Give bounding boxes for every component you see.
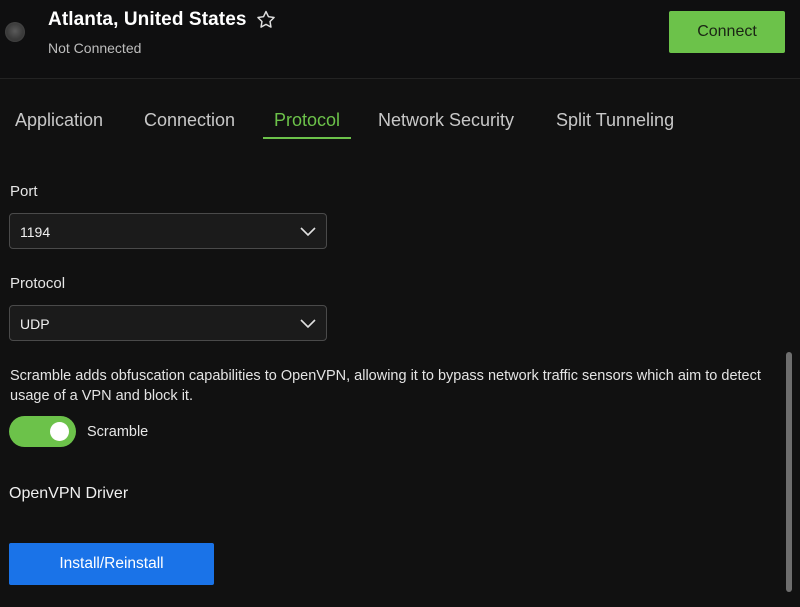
toggle-knob: [50, 422, 69, 441]
scramble-description: Scramble adds obfuscation capabilities t…: [10, 368, 761, 404]
location-title: Atlanta, United States: [48, 9, 247, 30]
protocol-label: Protocol: [10, 275, 66, 292]
tab-application[interactable]: Application: [15, 110, 103, 139]
openvpn-driver-heading: OpenVPN Driver: [9, 485, 129, 502]
tab-label: Application: [15, 110, 104, 130]
connection-header: Atlanta, United States Not Connected Con…: [0, 0, 800, 79]
tab-network-security[interactable]: Network Security: [378, 110, 514, 139]
protocol-select[interactable]: UDP: [9, 305, 327, 341]
settings-tabs: Application Connection Protocol Network …: [0, 110, 800, 144]
install-reinstall-button[interactable]: Install/Reinstall: [9, 543, 214, 585]
chevron-down-icon: [300, 227, 316, 237]
tab-protocol[interactable]: Protocol: [263, 110, 352, 139]
tab-connection[interactable]: Connection: [144, 110, 235, 139]
port-label: Port: [10, 183, 38, 200]
port-select[interactable]: 1194: [9, 213, 327, 249]
status-dot-icon: [5, 22, 25, 42]
tab-label: Connection: [144, 110, 236, 130]
connection-status: Not Connected: [48, 40, 142, 56]
star-outline-icon[interactable]: [255, 9, 277, 31]
active-tab-indicator: [263, 137, 352, 139]
connect-button[interactable]: Connect: [669, 11, 785, 53]
scrollbar-thumb[interactable]: [786, 352, 792, 592]
tab-label: Split Tunneling: [556, 110, 675, 130]
scramble-toggle[interactable]: [9, 416, 76, 447]
scramble-toggle-label: Scramble: [87, 424, 149, 440]
tab-split-tunneling[interactable]: Split Tunneling: [556, 110, 674, 139]
chevron-down-icon: [300, 319, 316, 329]
protocol-value: UDP: [20, 316, 50, 332]
tab-label: Protocol: [274, 110, 341, 130]
tab-label: Network Security: [378, 110, 515, 130]
port-value: 1194: [20, 224, 51, 240]
